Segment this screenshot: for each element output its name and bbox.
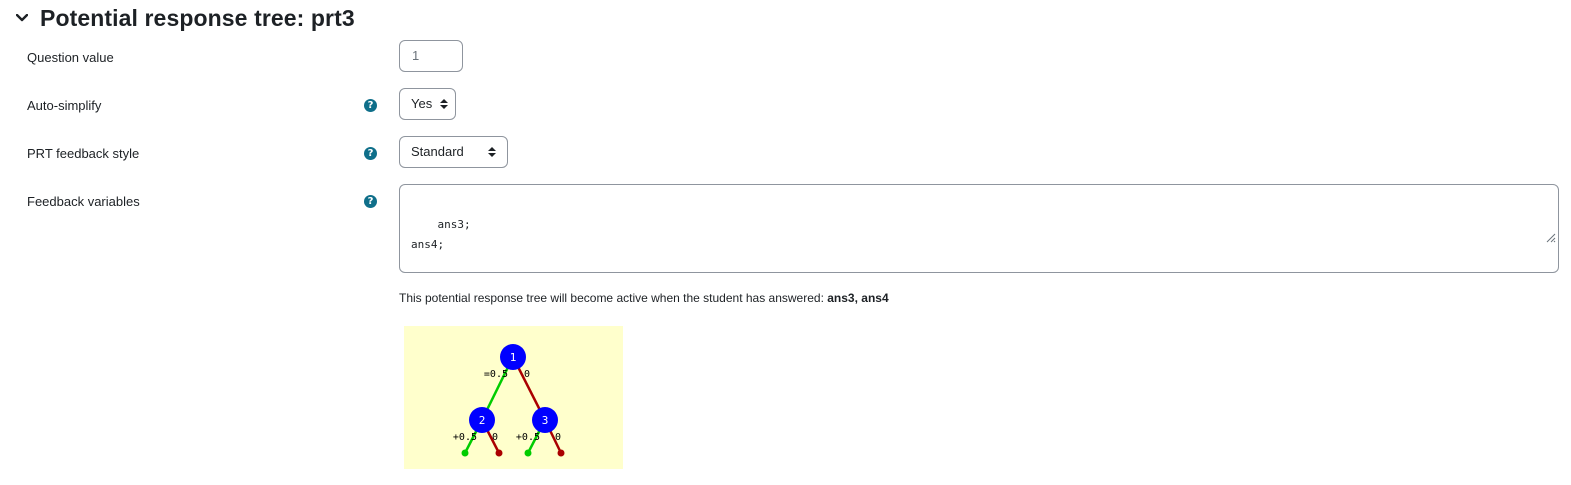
node-2-true-label: +0.5 [453,432,477,443]
active-note: This potential response tree will become… [399,291,889,305]
question-circle-icon[interactable]: ? [364,147,377,160]
leaf-2-false [495,449,503,457]
feedback-variables-value: ans3; ans4; [411,218,471,251]
node-2-false-label: 0 [492,432,498,443]
section-title[interactable]: Potential response tree: prt3 [40,5,355,32]
question-value-input[interactable]: 1 [399,40,463,72]
feedback-variables-textarea[interactable]: ans3; ans4; [399,184,1559,273]
node-3-false-label: 0 [555,432,561,443]
leaf-2-true [461,449,469,457]
feedback-variables-label: Feedback variables [27,194,140,209]
sort-arrows-icon [488,147,496,157]
question-circle-icon[interactable]: ? [364,195,377,208]
question-value-label: Question value [27,50,114,65]
leaf-3-false [557,449,565,457]
node-3-true-label: +0.5 [516,432,540,443]
prt-settings-section: Potential response tree: prt3 Question v… [0,0,1571,485]
active-note-inputs: ans3, ans4 [827,291,889,305]
chevron-down-icon[interactable] [12,8,32,28]
node-1-false-label: 0 [524,369,530,380]
tree-node-1: 1 [500,344,526,370]
tree-node-3: 3 [532,407,558,433]
question-circle-icon[interactable]: ? [364,99,377,112]
svg-text:2: 2 [479,414,486,427]
active-note-text: This potential response tree will become… [399,291,828,305]
sort-arrows-icon [440,99,449,109]
leaf-3-true [524,449,532,457]
node-1-true-label: =0.5 [484,369,508,380]
feedback-style-select[interactable]: Standard [399,136,508,168]
feedback-style-label: PRT feedback style [27,146,140,161]
resize-grip-icon[interactable] [1504,210,1556,270]
feedback-style-value: Standard [411,144,464,159]
svg-text:1: 1 [510,351,517,364]
auto-simplify-label: Auto-simplify [27,98,102,113]
section-header: Potential response tree: prt3 [12,2,355,34]
auto-simplify-value: Yes [411,96,433,111]
prt-tree-diagram: 1 2 3 =0.5 0 +0.5 0 +0.5 0 [404,326,623,469]
auto-simplify-select[interactable]: Yes [399,88,456,120]
tree-node-2: 2 [469,407,495,433]
svg-text:3: 3 [542,414,549,427]
